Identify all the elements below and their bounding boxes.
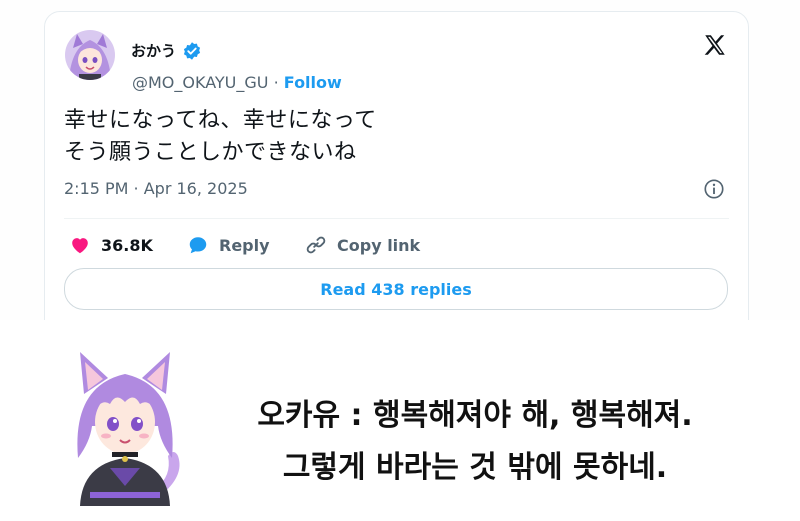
tweet-text: 幸せになってね、幸せになって そう願うことしかできないね: [64, 105, 377, 169]
like-button[interactable]: 36.8K: [69, 234, 187, 256]
link-icon: [305, 234, 327, 256]
character-illustration: [60, 346, 190, 506]
page: おかう @MO_OKAYU_GU · Follow 幸せになってね、幸せになって…: [0, 0, 800, 521]
x-logo-icon[interactable]: [702, 32, 728, 58]
copy-link-button[interactable]: Copy link: [305, 234, 420, 256]
avatar-image: [65, 30, 115, 80]
copy-link-label: Copy link: [337, 235, 421, 255]
heart-icon: [69, 234, 91, 256]
separator: ·: [273, 73, 279, 92]
caption-line: 오카유 : 행복해져야 해, 행복해져.: [257, 398, 693, 433]
divider: [64, 218, 729, 219]
speech-bubble-icon: [187, 234, 209, 256]
reply-label: Reply: [219, 235, 270, 255]
verified-badge-icon: [182, 41, 202, 61]
display-name-row: おかう: [131, 40, 202, 61]
reply-button[interactable]: Reply: [187, 234, 305, 256]
tweet-text-line: 幸せになってね、幸せになって: [64, 108, 377, 133]
action-bar: 36.8K Reply Copy link: [69, 230, 420, 260]
tweet-card: おかう @MO_OKAYU_GU · Follow 幸せになってね、幸せになって…: [44, 11, 749, 351]
avatar[interactable]: [65, 30, 115, 80]
likes-count: 36.8K: [101, 235, 153, 255]
read-replies-button[interactable]: Read 438 replies: [64, 268, 728, 310]
tweet-text-line: そう願うことしかできないね: [64, 140, 357, 165]
info-icon[interactable]: [703, 178, 725, 200]
handle[interactable]: @MO_OKAYU_GU: [132, 73, 269, 92]
follow-button[interactable]: Follow: [284, 73, 342, 92]
timestamp[interactable]: 2:15 PM · Apr 16, 2025: [64, 179, 248, 198]
caption-text: 오카유 : 행복해져야 해, 행복해져. 그렇게 바라는 것 밖에 못하네.: [195, 390, 755, 494]
caption-line: 그렇게 바라는 것 밖에 못하네.: [282, 450, 668, 485]
display-name[interactable]: おかう: [131, 40, 176, 61]
handle-row: @MO_OKAYU_GU · Follow: [132, 73, 342, 92]
